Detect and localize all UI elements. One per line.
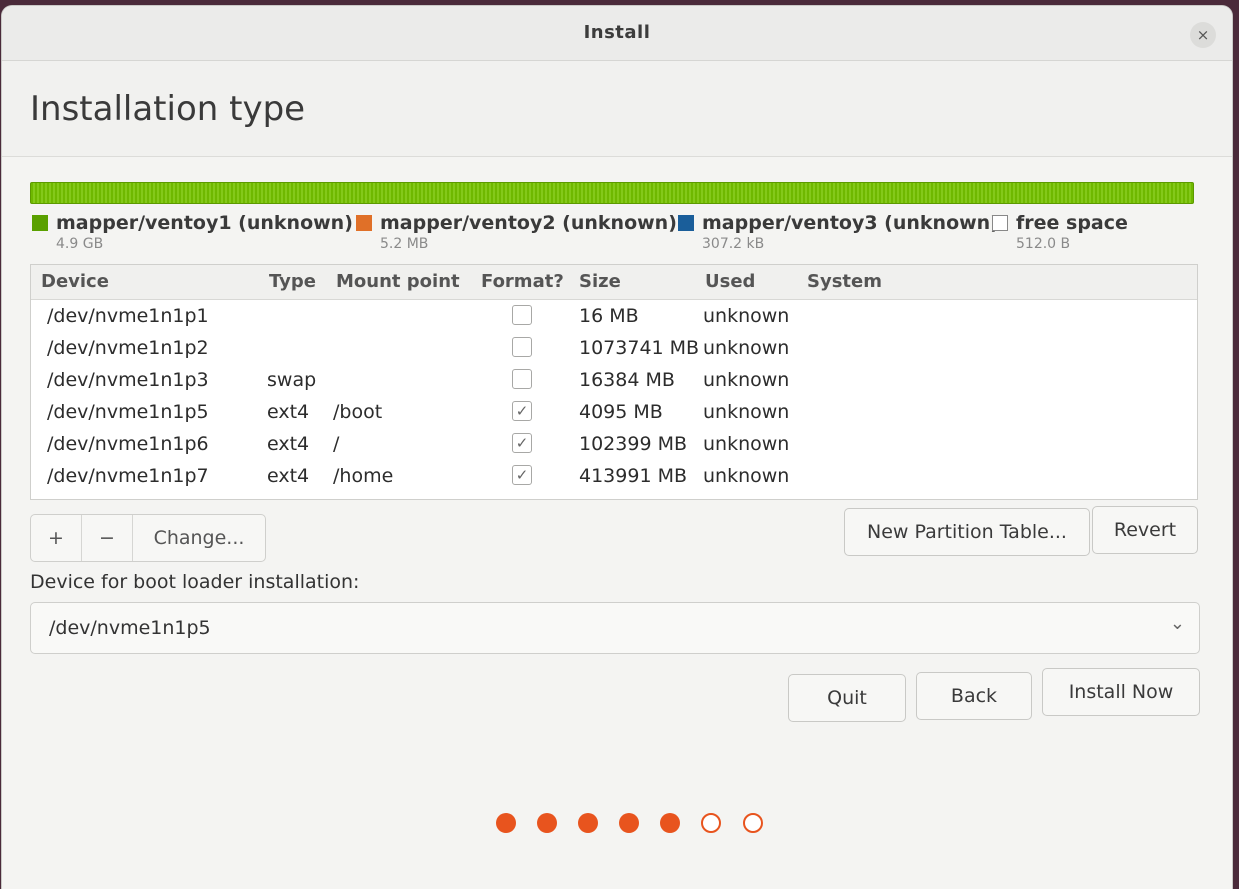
legend-item-free-space: free space 512.0 B [992, 212, 1128, 252]
cell-size: 16 MB [579, 305, 639, 327]
install-now-button[interactable]: Install Now [1042, 668, 1200, 716]
cell-device: /dev/nvme1n1p7 [47, 465, 209, 487]
column-size[interactable]: Size [579, 271, 621, 292]
cell-type: ext4 [267, 465, 310, 487]
step-dot [742, 812, 763, 833]
cell-device: /dev/nvme1n1p2 [47, 337, 209, 359]
legend-swatch [992, 215, 1008, 231]
column-format[interactable]: Format? [481, 271, 564, 292]
installer-window: Install × Installation type mapper/vento… [2, 6, 1232, 889]
close-icon[interactable]: × [1190, 22, 1216, 48]
table-row[interactable]: /dev/nvme1n1p5 ext4 /boot ✓ 4095 MB unkn… [31, 397, 1197, 429]
back-button[interactable]: Back [916, 672, 1032, 720]
cell-used: unknown [703, 337, 790, 359]
partition-bar [30, 182, 1194, 204]
add-partition-button[interactable]: + [31, 515, 82, 561]
format-checkbox[interactable]: ✓ [512, 433, 532, 453]
cell-used: unknown [703, 401, 790, 423]
table-row[interactable]: /dev/nvme1n1p6 ext4 / ✓ 102399 MB unknow… [31, 429, 1197, 461]
table-row[interactable]: /dev/nvme1n1p3 swap 16384 MB unknown [31, 365, 1197, 397]
cell-mount: / [333, 433, 340, 455]
cell-mount: /boot [333, 401, 383, 423]
cell-size: 4095 MB [579, 401, 663, 423]
cell-type: ext4 [267, 401, 310, 423]
step-progress [496, 812, 779, 833]
legend-item-ventoy3: mapper/ventoy3 (unknown) 307.2 kB [678, 212, 999, 252]
step-dot [578, 812, 599, 833]
cell-device: /dev/nvme1n1p3 [47, 369, 209, 391]
column-mount-point[interactable]: Mount point [336, 271, 460, 292]
cell-used: unknown [703, 433, 790, 455]
cell-device: /dev/nvme1n1p6 [47, 433, 209, 455]
cell-size: 1073741 MB [579, 337, 700, 359]
table-header: Device Type Mount point Format? Size Use… [31, 265, 1197, 300]
bootloader-value: /dev/nvme1n1p5 [49, 617, 211, 639]
table-row[interactable]: /dev/nvme1n1p2 1073741 MB unknown [31, 333, 1197, 365]
legend-name: mapper/ventoy2 (unknown) [380, 212, 677, 234]
cell-device: /dev/nvme1n1p5 [47, 401, 209, 423]
step-dot [619, 812, 640, 833]
step-dot [701, 812, 722, 833]
step-dot [537, 812, 558, 833]
legend-item-ventoy1: mapper/ventoy1 (unknown) 4.9 GB [32, 212, 353, 252]
page-header: Installation type [2, 61, 1232, 157]
legend-swatch [678, 215, 694, 231]
format-checkbox[interactable] [512, 369, 532, 389]
step-dot [496, 812, 516, 833]
bootloader-label: Device for boot loader installation: [30, 571, 360, 593]
format-checkbox[interactable]: ✓ [512, 401, 532, 421]
legend-name: free space [1016, 212, 1128, 234]
remove-partition-button[interactable]: − [82, 515, 133, 561]
bootloader-select[interactable]: /dev/nvme1n1p5 ⌄ [30, 602, 1200, 654]
legend-size: 4.9 GB [56, 236, 104, 252]
cell-type: ext4 [267, 433, 310, 455]
cell-mount: /home [333, 465, 394, 487]
column-type[interactable]: Type [269, 271, 316, 292]
table-row[interactable]: /dev/nvme1n1p7 ext4 /home ✓ 413991 MB un… [31, 461, 1197, 493]
column-system[interactable]: System [807, 271, 882, 292]
cell-size: 413991 MB [579, 465, 687, 487]
legend-swatch [32, 215, 48, 231]
partition-tools: + − Change... [30, 514, 266, 562]
step-dot [660, 812, 681, 833]
legend-name: mapper/ventoy1 (unknown) [56, 212, 353, 234]
page-title: Installation type [30, 89, 306, 129]
table-row[interactable]: /dev/nvme1n1p1 16 MB unknown [31, 301, 1197, 333]
legend-size: 307.2 kB [702, 236, 765, 252]
format-checkbox[interactable]: ✓ [512, 465, 532, 485]
legend-size: 512.0 B [1016, 236, 1071, 252]
legend-name: mapper/ventoy3 (unknown) [702, 212, 999, 234]
cell-used: unknown [703, 369, 790, 391]
format-checkbox[interactable] [512, 305, 532, 325]
window-title: Install [583, 22, 651, 43]
legend-size: 5.2 MB [380, 236, 429, 252]
change-partition-button[interactable]: Change... [133, 515, 265, 561]
column-device[interactable]: Device [41, 271, 109, 292]
cell-type: swap [267, 369, 317, 391]
cell-size: 16384 MB [579, 369, 675, 391]
format-checkbox[interactable] [512, 337, 532, 357]
revert-button[interactable]: Revert [1092, 506, 1198, 554]
new-partition-table-button[interactable]: New Partition Table... [844, 508, 1090, 556]
column-used[interactable]: Used [705, 271, 755, 292]
chevron-down-icon: ⌄ [1169, 613, 1185, 634]
partition-table: Device Type Mount point Format? Size Use… [30, 264, 1198, 500]
cell-device: /dev/nvme1n1p1 [47, 305, 209, 327]
title-bar: Install × [2, 6, 1232, 61]
quit-button[interactable]: Quit [788, 674, 906, 722]
legend-item-ventoy2: mapper/ventoy2 (unknown) 5.2 MB [356, 212, 677, 252]
cell-size: 102399 MB [579, 433, 687, 455]
cell-used: unknown [703, 465, 790, 487]
cell-used: unknown [703, 305, 790, 327]
legend-swatch [356, 215, 372, 231]
